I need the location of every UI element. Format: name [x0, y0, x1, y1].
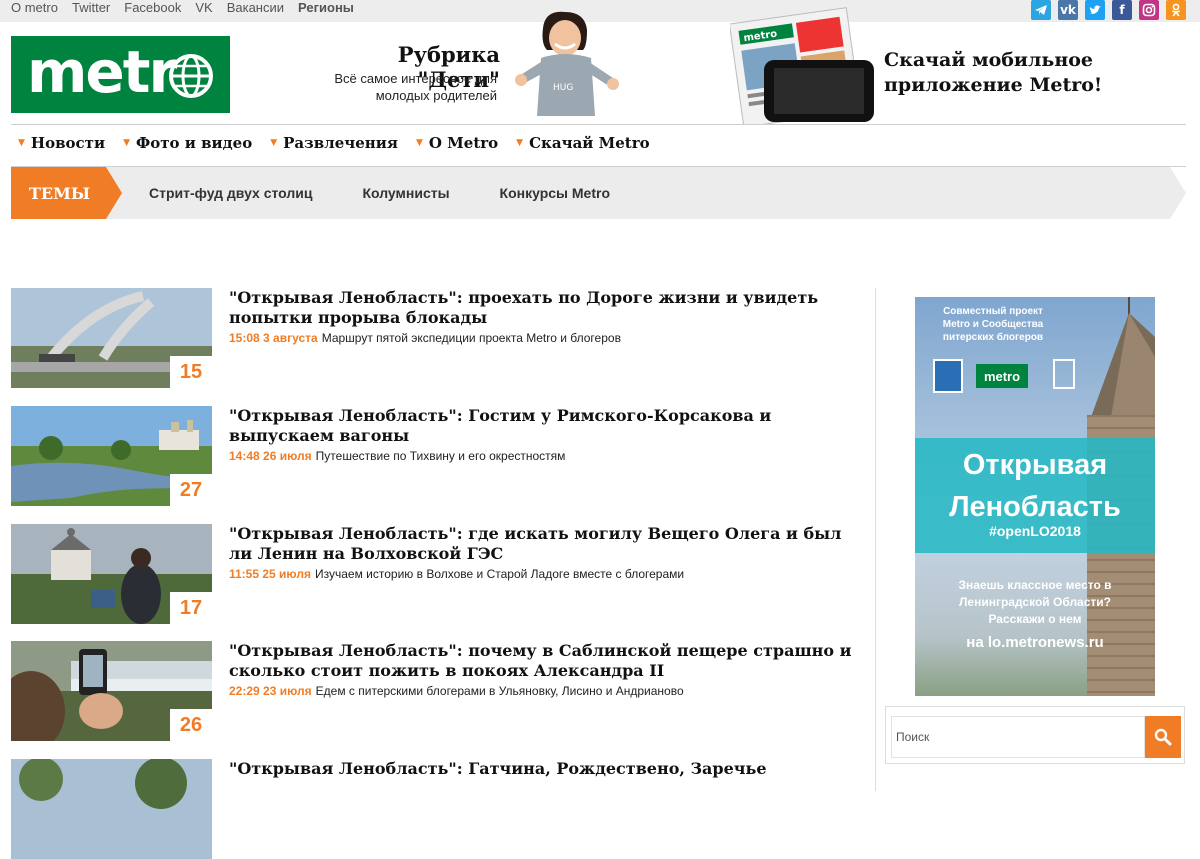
comment-count: 17: [170, 592, 212, 624]
top-links: О metro Twitter Facebook VK Вакансии Рег…: [11, 0, 354, 16]
nav-item-about[interactable]: ▼ О Metro: [416, 134, 498, 152]
nav-item-label: О Metro: [428, 134, 499, 152]
top-link-regions[interactable]: Регионы: [298, 0, 354, 16]
article-meta: 11:55 25 июля Изучаем историю в Волхове и…: [229, 567, 684, 581]
nav-item-label: Фото и видео: [136, 134, 253, 152]
article-meta: 22:29 23 июля Едем с питерскими блогерами…: [229, 684, 684, 698]
nav-item-entertainment[interactable]: ▼ Развлечения: [270, 134, 398, 152]
article-item: 17 "Открывая Ленобласть": где искать мог…: [11, 524, 871, 624]
top-link-vk[interactable]: VK: [195, 0, 212, 16]
search-icon: [1154, 728, 1172, 746]
svg-text:HUG: HUG: [553, 83, 573, 93]
article-thumbnail[interactable]: 27: [11, 406, 212, 506]
chevron-down-icon: ▼: [18, 138, 25, 148]
newspaper-phone-image[interactable]: metro: [730, 6, 880, 124]
vk-icon[interactable]: vk: [1058, 0, 1078, 20]
banner-metro-logo: metro: [976, 364, 1028, 388]
banner-title-line2: Ленобласть: [949, 491, 1121, 523]
article-time: 22:29 23 июля: [229, 684, 312, 698]
article-title[interactable]: "Открывая Ленобласть": где искать могилу…: [229, 524, 869, 564]
themes-bar: ТЕМЫ Стрит-фуд двух столиц Колумнисты Ко…: [11, 167, 1186, 219]
column-divider: [875, 288, 876, 791]
nav-item-download[interactable]: ▼ Скачай Metro: [516, 134, 649, 152]
openlo-banner[interactable]: Совместный проект Metro и Сообщества пит…: [915, 297, 1155, 696]
article-thumbnail[interactable]: [11, 759, 212, 859]
theme-link-columnists[interactable]: Колумнисты: [362, 185, 449, 201]
twitter-icon[interactable]: [1085, 0, 1105, 20]
article-desc: Изучаем историю в Волхове и Старой Ладог…: [315, 567, 685, 581]
article-time: 14:48 26 июля: [229, 449, 312, 463]
article-title[interactable]: "Открывая Ленобласть": Гатчина, Рождеств…: [229, 759, 869, 779]
article-time: 11:55 25 июля: [229, 567, 311, 581]
theme-link-contests[interactable]: Конкурсы Metro: [500, 185, 610, 201]
article-meta: 14:48 26 июля Путешествие по Тихвину и ег…: [229, 449, 565, 463]
top-link-vacancies[interactable]: Вакансии: [227, 0, 284, 16]
main-nav: ▼ Новости ▼ Фото и видео ▼ Развлечения ▼…: [18, 134, 650, 152]
banner-top-text: Совместный проект Metro и Сообщества пит…: [942, 306, 1044, 343]
globe-icon: [169, 54, 213, 98]
top-link-twitter[interactable]: Twitter: [72, 0, 110, 16]
article-desc: Едем с питерскими блогерами в Ульяновку,…: [315, 684, 684, 698]
comment-count: 26: [170, 709, 212, 741]
kid-photo[interactable]: HUG: [513, 6, 625, 122]
promo-app-text[interactable]: Скачай мобильное приложение Metro!: [884, 48, 1124, 98]
chevron-down-icon: ▼: [123, 138, 131, 148]
lenoblast-emblem-icon: [933, 359, 963, 393]
article-meta: 15:08 3 августа Маршрут пятой экспедиции …: [229, 331, 621, 345]
article-title[interactable]: "Открывая Ленобласть": Гостим у Римского…: [229, 406, 869, 446]
divider: [11, 124, 1186, 125]
article-thumbnail[interactable]: 17: [11, 524, 212, 624]
odnoklassniki-icon[interactable]: [1166, 0, 1186, 20]
nav-item-photo-video[interactable]: ▼ Фото и видео: [123, 134, 252, 152]
banner-question: Знаешь классное место в Ленинградской Об…: [958, 578, 1112, 626]
themes-arrow: [106, 167, 122, 219]
facebook-icon[interactable]: f: [1112, 0, 1132, 20]
metro-logo[interactable]: metr: [11, 36, 230, 113]
logo-text: metr: [27, 38, 177, 106]
article-item: "Открывая Ленобласть": Гатчина, Рождеств…: [11, 759, 871, 859]
themes-links: Стрит-фуд двух столиц Колумнисты Конкурс…: [149, 167, 610, 219]
themes-label: ТЕМЫ: [11, 167, 106, 219]
article-thumbnail[interactable]: 26: [11, 641, 212, 741]
nav-item-label: Новости: [30, 134, 106, 152]
article-thumbnail[interactable]: 15: [11, 288, 212, 388]
banner-url: на lo.metronews.ru: [966, 634, 1104, 651]
nav-item-label: Развлечения: [283, 134, 398, 152]
chevron-down-icon: ▼: [415, 138, 423, 148]
search-input[interactable]: [891, 716, 1145, 758]
article-time: 15:08 3 августа: [229, 331, 318, 345]
article-title[interactable]: "Открывая Ленобласть": почему в Саблинск…: [229, 641, 869, 681]
themes-bar-end: [1170, 167, 1186, 219]
article-item: 27 "Открывая Ленобласть": Гостим у Римск…: [11, 406, 871, 506]
search-button[interactable]: [1145, 716, 1181, 758]
bloggers-emblem-icon: [1053, 359, 1075, 389]
banner-title-line1: Открывая: [962, 449, 1108, 481]
comment-count: 15: [170, 356, 212, 388]
comment-count: 27: [170, 474, 212, 506]
article-item: 26 "Открывая Ленобласть": почему в Сабли…: [11, 641, 871, 741]
article-desc: Путешествие по Тихвину и его окрестностя…: [315, 449, 566, 463]
banner-title: Открывая Ленобласть: [915, 444, 1155, 528]
instagram-icon[interactable]: [1139, 0, 1159, 20]
nav-item-label: Скачай Metro: [529, 134, 650, 152]
theme-link-street-food[interactable]: Стрит-фуд двух столиц: [149, 185, 312, 201]
top-link-about[interactable]: О metro: [11, 0, 58, 16]
social-icons: vk f: [1031, 0, 1186, 20]
chevron-down-icon: ▼: [516, 138, 524, 148]
article-title[interactable]: "Открывая Ленобласть": проехать по Дорог…: [229, 288, 869, 328]
chevron-down-icon: ▼: [270, 138, 278, 148]
article-item: 15 "Открывая Ленобласть": проехать по До…: [11, 288, 871, 388]
promo-kids-subtitle[interactable]: Всё самое интересное для молодых родител…: [300, 70, 497, 104]
top-link-facebook[interactable]: Facebook: [124, 0, 181, 16]
telegram-icon[interactable]: [1031, 0, 1051, 20]
nav-item-news[interactable]: ▼ Новости: [18, 134, 105, 152]
banner-hashtag: #openLO2018: [989, 523, 1081, 539]
article-desc: Маршрут пятой экспедиции проекта Metro и…: [321, 331, 621, 345]
